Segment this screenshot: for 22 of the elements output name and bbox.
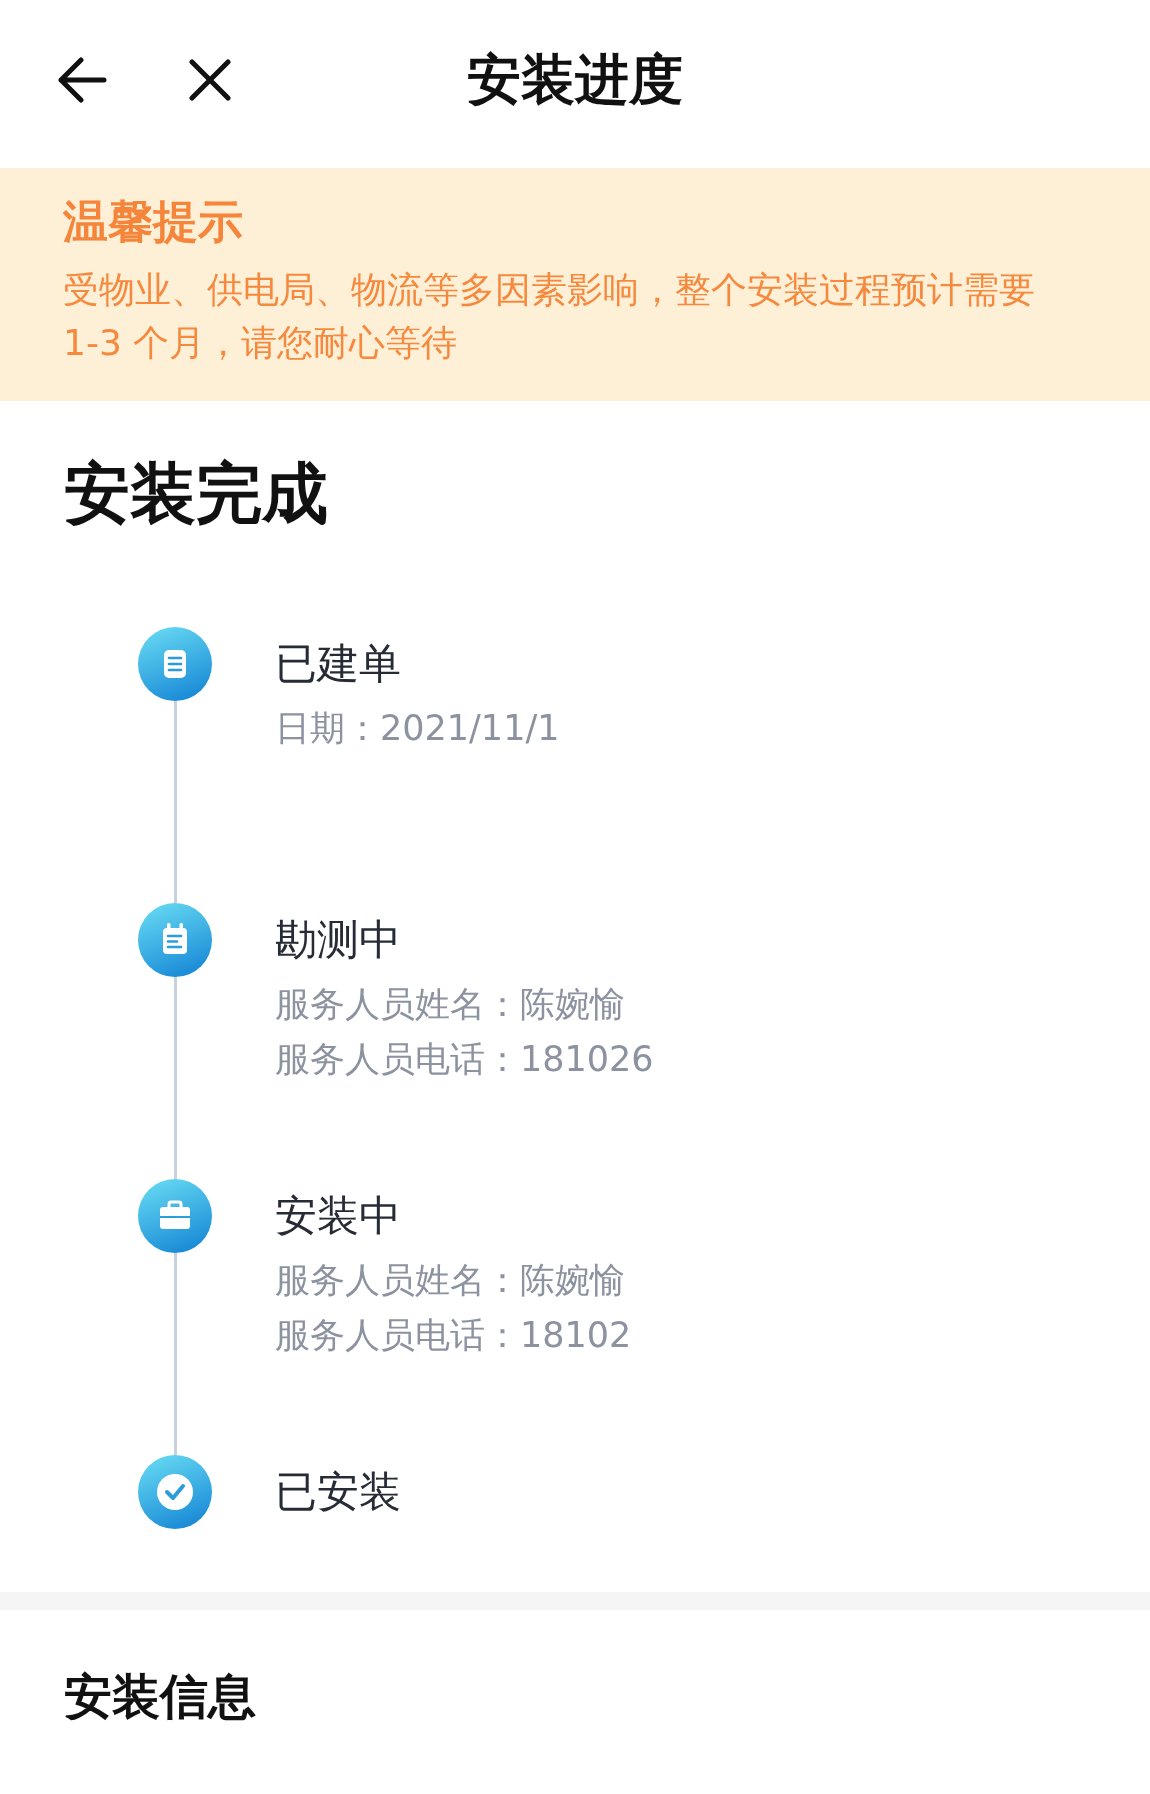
step-title: 已建单 — [275, 638, 401, 690]
step-detail: 服务人员姓名：陈婉愉 — [275, 1259, 625, 1302]
section-heading: 安装信息 — [64, 1667, 256, 1726]
calendar-icon — [138, 903, 212, 977]
back-button[interactable] — [57, 57, 107, 103]
document-icon — [138, 627, 212, 701]
status-heading: 安装完成 — [64, 454, 328, 534]
step-title: 已安装 — [275, 1466, 401, 1518]
back-arrow-icon — [57, 57, 107, 103]
check-circle-icon — [138, 1455, 212, 1529]
step-detail: 服务人员姓名：陈婉愉 — [275, 983, 625, 1026]
notice-text: 受物业、供电局、物流等多因素影响，整个安装过程预计需要1-3 个月，请您耐心等待 — [63, 268, 1036, 365]
step-detail: 日期：2021/11/1 — [275, 707, 560, 750]
step-detail: 服务人员电话：18102 — [275, 1314, 632, 1357]
page-title: 安装进度 — [467, 47, 683, 113]
notice-title: 温馨提示 — [63, 194, 243, 250]
step-detail: 服务人员电话：181026 — [275, 1038, 654, 1081]
step-title: 安装中 — [275, 1190, 401, 1242]
briefcase-icon — [138, 1179, 212, 1253]
step-title: 勘测中 — [275, 914, 401, 966]
close-button[interactable] — [189, 59, 231, 101]
close-icon — [189, 59, 231, 101]
